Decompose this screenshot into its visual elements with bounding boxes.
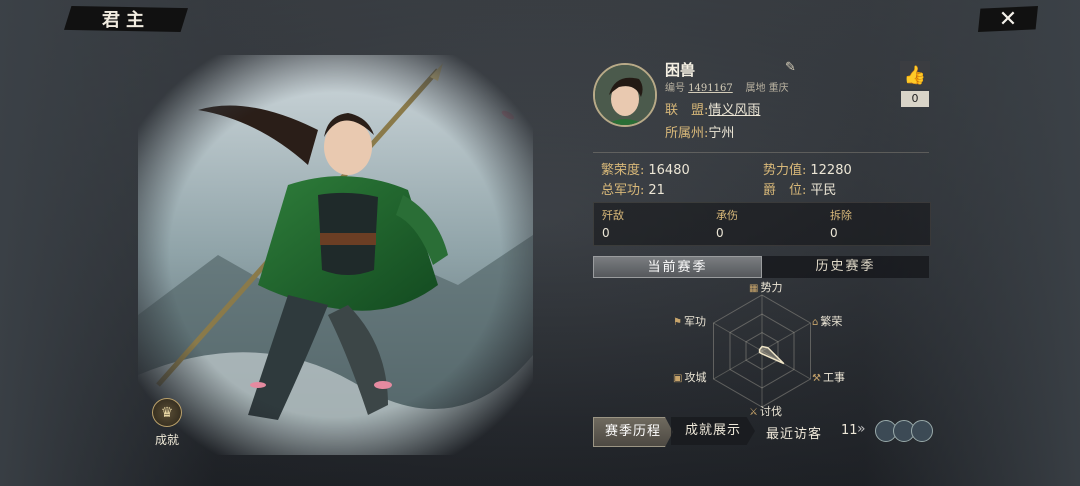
radar-chart: ▦ 势力 ⌂ 繁荣 ⚒ 工事 ⚔ 讨伐 ▣ 攻城 ⚑ 军功 [657,281,867,421]
rank-label: 爵 位: [763,183,807,198]
state-row: 所属州:宁州 [665,122,734,141]
damage-taken-value: 0 [716,226,724,240]
achievement-label: 成就 [154,433,179,447]
alliance-row: 联 盟:情义风雨 [665,99,760,118]
id-label: 编号 [665,83,685,94]
prosperity-stat: 繁荣度: 16480 [601,159,690,178]
power-label: 势力值: [763,163,807,178]
battle-stats-box: 歼敌 0 承伤 0 拆除 0 [593,202,931,246]
state-label: 所属州: [665,126,709,141]
season-tabs: 当前赛季 历史赛季 [593,256,929,278]
rank-stat: 爵 位: 平民 [763,179,836,198]
player-name: 困兽 [665,61,696,79]
radar-label-prosperity: ⌂ 繁荣 [812,315,843,328]
divider [593,152,929,153]
crown-icon: ♛ [152,398,182,427]
damage-taken-cell: 承伤 0 [716,207,738,240]
radar-label-fortify: ⚒ 工事 [812,371,845,384]
rank-value: 平民 [810,183,837,198]
double-chevron-icon[interactable]: » [857,421,866,437]
origin-label: 属地 [745,83,766,94]
close-icon: ✕ [998,6,1018,32]
radar-label-power: ▦ 势力 [749,281,783,294]
like-button[interactable]: 👍 0 [900,61,930,107]
demolish-value: 0 [830,226,838,240]
tab-history-season[interactable]: 历史赛季 [762,256,929,278]
info-panel: 困兽 ✎ 编号 1491167 属地 重庆 联 盟:情义风雨 所属州:宁州 👍 … [585,55,935,455]
visitor-count: 11 [841,423,858,438]
alliance-value[interactable]: 情义风雨 [708,103,760,118]
thumbs-up-icon: 👍 [900,61,930,89]
id-value[interactable]: 1491167 [688,83,733,94]
radar-value-polygon [758,345,785,365]
like-count: 0 [901,91,929,107]
page-title: 君主 [102,10,150,31]
hero-portrait [138,55,533,455]
power-stat: 势力值: 12280 [763,159,852,178]
demolish-cell: 拆除 0 [830,207,852,240]
merit-stat: 总军功: 21 [601,179,665,198]
id-line: 编号 1491167 属地 重庆 [665,79,789,94]
prosperity-label: 繁荣度: [601,163,645,178]
demolish-label: 拆除 [830,209,852,222]
recent-visitors-label: 最近访客 [766,427,823,442]
achievement-show-button[interactable]: 成就展示 [671,417,755,445]
state-value: 宁州 [708,126,735,141]
season-history-button[interactable]: 赛季历程 [593,417,673,447]
damage-taken-label: 承伤 [716,209,738,222]
power-value: 12280 [810,163,852,178]
prosperity-value: 16480 [648,163,690,178]
avatar[interactable] [593,63,657,127]
kills-value: 0 [602,226,610,240]
origin-value: 重庆 [768,83,789,94]
visitor-avatar[interactable] [911,420,933,442]
close-button[interactable]: ✕ [978,6,1038,32]
edit-icon[interactable]: ✎ [785,60,801,76]
alliance-label: 联 盟: [665,103,709,118]
kills-label: 歼敌 [602,209,624,222]
radar-label-siege: ▣ 攻城 [673,371,707,384]
kills-cell: 歼敌 0 [602,207,624,240]
achievement-button[interactable]: ♛ 成就 [146,398,188,448]
tab-current-season[interactable]: 当前赛季 [593,256,762,278]
merit-value: 21 [648,183,665,198]
merit-label: 总军功: [601,183,645,198]
title-banner: 君主 [64,6,188,32]
radar-label-merit: ⚑ 军功 [673,315,706,328]
bottom-bar: 赛季历程 成就展示 最近访客 11 » [593,417,933,447]
